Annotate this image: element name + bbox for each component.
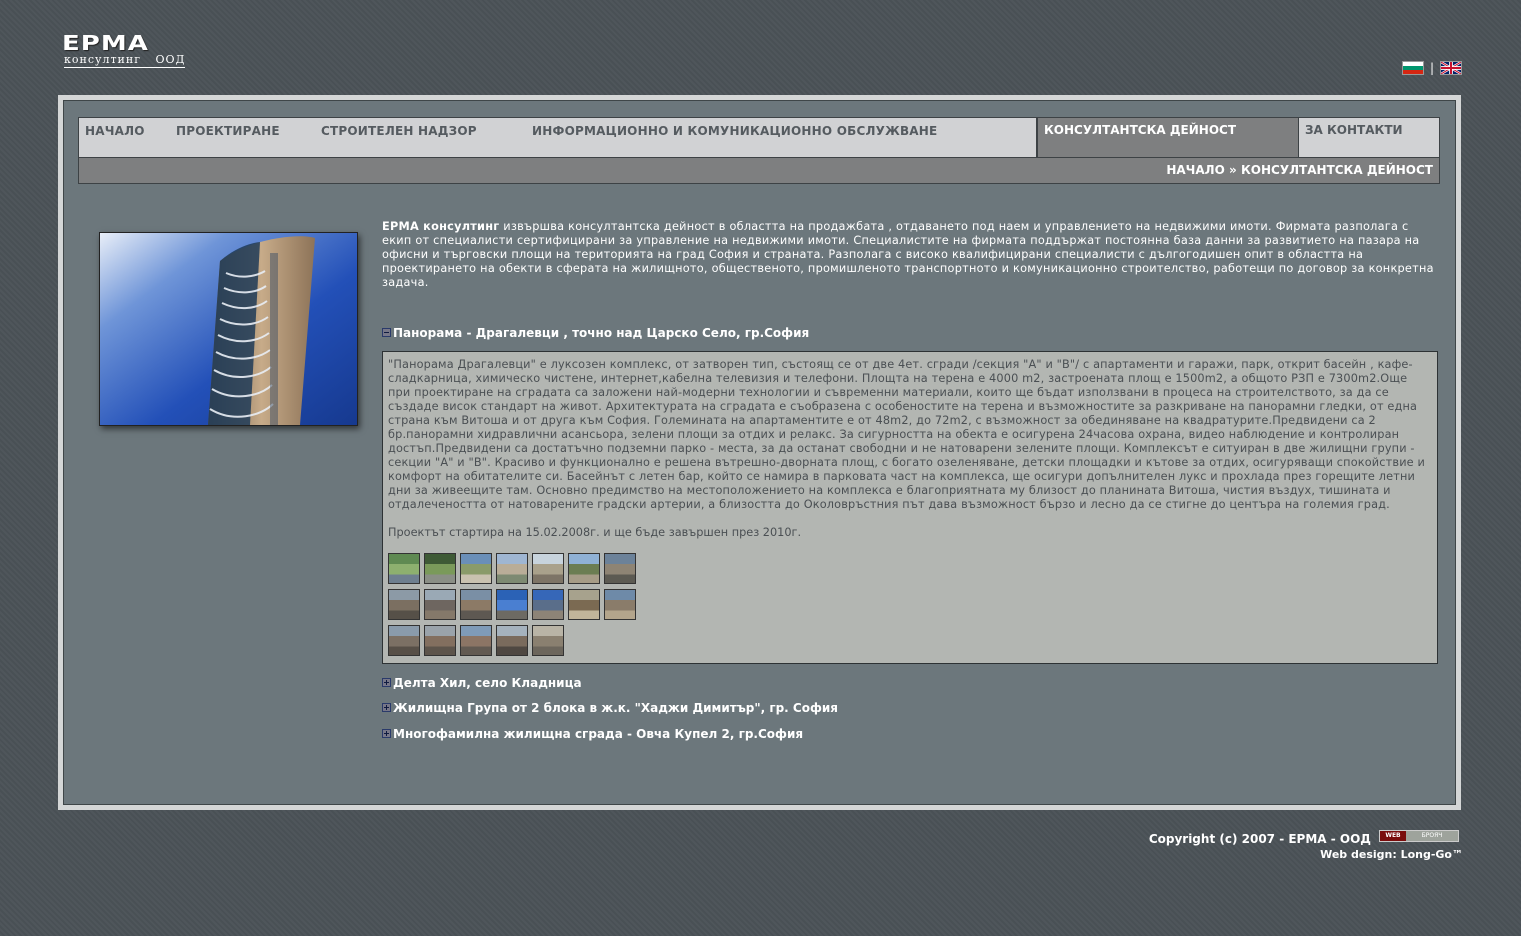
language-separator: | — [1430, 61, 1435, 75]
intro-text: извършва консултантска дейност в областт… — [382, 220, 1434, 289]
gallery-thumbnail[interactable] — [424, 625, 456, 656]
project-heading-ovcha-kupel[interactable]: Многофамилна жилищна сграда - Овча Купел… — [382, 727, 803, 741]
gallery-thumbnail[interactable] — [388, 625, 420, 656]
copyright-text: Copyright (c) 2007 - ЕРМА - ООД — [1148, 832, 1371, 846]
project-title: Многофамилна жилищна сграда - Овча Купел… — [393, 727, 804, 741]
nav-item-design[interactable]: ПРОЕКТИРАНЕ — [176, 124, 280, 138]
building-photo — [99, 232, 358, 426]
web-design-credit[interactable]: Web design: Long-Go™ — [1320, 848, 1463, 861]
project-details-panel: "Панорама Драгалевци" е луксозен комплек… — [382, 351, 1438, 664]
gallery-thumbnail[interactable] — [496, 589, 528, 620]
breadcrumb: НАЧАЛО » КОНСУЛТАНТСКА ДЕЙНОСТ — [1166, 163, 1433, 177]
gallery-thumbnail[interactable] — [604, 589, 636, 620]
nav-item-it-services[interactable]: ИНФОРМАЦИОННО И КОМУНИКАЦИОННО ОБСЛУЖВАН… — [532, 124, 937, 138]
logo-main-text: ЕРМА — [62, 31, 149, 56]
gallery-thumbnail[interactable] — [460, 553, 492, 584]
main-navigation: НАЧАЛО ПРОЕКТИРАНЕ СТРОИТЕЛЕН НАДЗОР ИНФ… — [78, 117, 1440, 158]
gallery-thumbnail[interactable] — [532, 625, 564, 656]
logo-subtitle: консултинг ООД — [64, 53, 186, 68]
breadcrumb-current: КОНСУЛТАНТСКА ДЕЙНОСТ — [1240, 163, 1433, 177]
project-heading-hadzhi-dimitar[interactable]: Жилищна Група от 2 блока в ж.к. "Хаджи Д… — [382, 701, 838, 715]
project-heading-delta-hill[interactable]: Делта Хил, село Кладница — [382, 676, 582, 690]
project-title: Панорама - Драгалевци , точно над Царско… — [393, 326, 810, 340]
gallery-thumbnail[interactable] — [496, 553, 528, 584]
nav-item-contacts-label: ЗА КОНТАКТИ — [1305, 123, 1403, 137]
web-counter-badge[interactable]: WEB БРОЯЧ — [1379, 830, 1459, 842]
breadcrumb-home-link[interactable]: НАЧАЛО — [1166, 163, 1224, 177]
nav-item-home[interactable]: НАЧАЛО — [85, 124, 145, 138]
project-description: "Панорама Драгалевци" е луксозен комплек… — [388, 358, 1426, 511]
bulgarian-flag-icon[interactable] — [1402, 61, 1424, 75]
language-switcher: | — [1402, 61, 1463, 75]
nav-item-consulting-label: КОНСУЛТАНТСКА ДЕЙНОСТ — [1044, 123, 1237, 137]
nav-item-consulting[interactable]: КОНСУЛТАНТСКА ДЕЙНОСТ — [1037, 117, 1299, 158]
breadcrumb-separator: » — [1229, 163, 1237, 177]
collapse-icon — [382, 328, 391, 337]
uk-flag-icon[interactable] — [1440, 61, 1463, 75]
gallery-thumbnail[interactable] — [568, 553, 600, 584]
gallery-thumbnail[interactable] — [532, 589, 564, 620]
gallery-thumbnail[interactable] — [460, 625, 492, 656]
project-heading-panorama[interactable]: Панорама - Драгалевци , точно над Царско… — [382, 326, 809, 340]
gallery-thumbnail[interactable] — [568, 589, 600, 620]
gallery-thumbnail[interactable] — [496, 625, 528, 656]
gallery-thumbnail[interactable] — [388, 589, 420, 620]
gallery-thumbnail[interactable] — [532, 553, 564, 584]
project-title: Делта Хил, село Кладница — [393, 676, 582, 690]
gallery-thumbnail[interactable] — [424, 553, 456, 584]
project-title: Жилищна Група от 2 блока в ж.к. "Хаджи Д… — [393, 701, 838, 715]
gallery-thumbnail[interactable] — [604, 553, 636, 584]
expand-icon — [382, 678, 391, 687]
logo[interactable]: ЕРМА консултинг ООД — [62, 31, 212, 70]
breadcrumb-bar: НАЧАЛО » КОНСУЛТАНТСКА ДЕЙНОСТ — [78, 158, 1440, 184]
nav-bar: НАЧАЛО ПРОЕКТИРАНЕ СТРОИТЕЛЕН НАДЗОР ИНФ… — [78, 117, 1037, 158]
expand-icon — [382, 703, 391, 712]
nav-item-contacts[interactable]: ЗА КОНТАКТИ — [1298, 117, 1440, 158]
nav-item-construction-supervision[interactable]: СТРОИТЕЛЕН НАДЗОР — [321, 124, 477, 138]
company-name: ЕРМА консултинг — [382, 220, 500, 233]
expand-icon — [382, 729, 391, 738]
gallery-thumbnail[interactable] — [388, 553, 420, 584]
badge-left-label: WEB — [1380, 831, 1406, 841]
gallery-thumbnail[interactable] — [460, 589, 492, 620]
badge-right-label: БРОЯЧ — [1406, 831, 1458, 841]
gallery-thumbnail[interactable] — [424, 589, 456, 620]
project-start-note: Проектът стартира на 15.02.2008г. и ще б… — [388, 526, 802, 539]
intro-paragraph: ЕРМА консултинг извършва консултантска д… — [382, 220, 1434, 290]
